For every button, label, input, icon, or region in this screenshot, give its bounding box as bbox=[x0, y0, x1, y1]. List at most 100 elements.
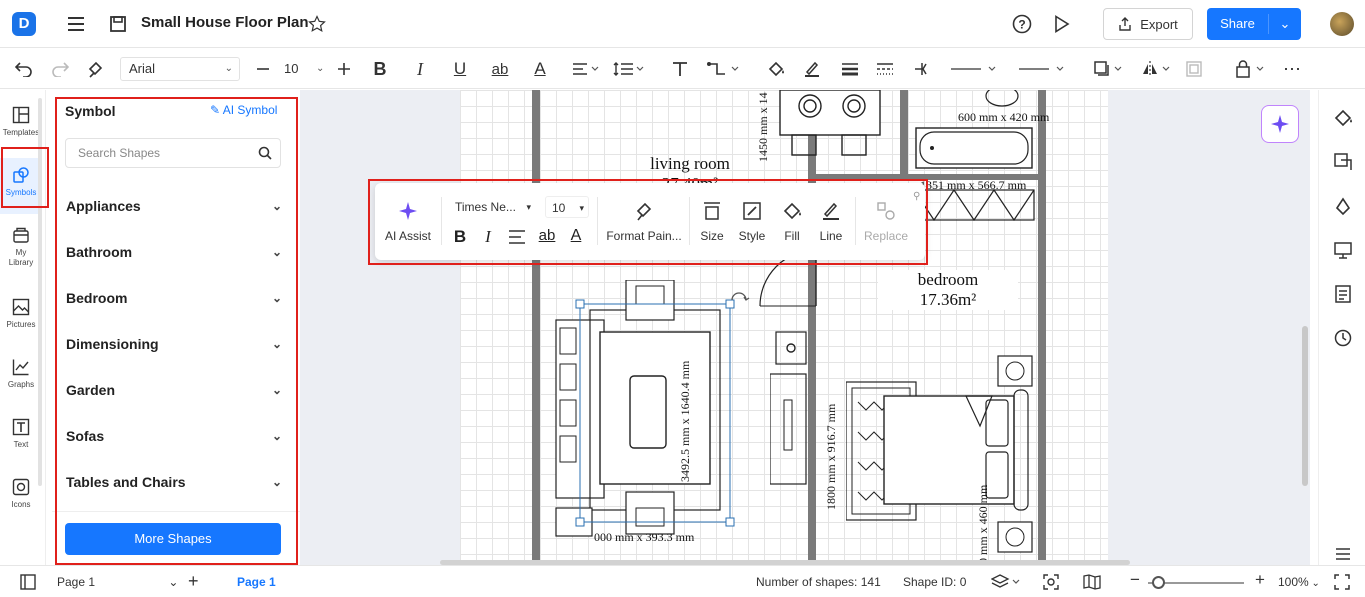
rail-item-pictures[interactable]: Pictures bbox=[0, 290, 42, 346]
pin-icon[interactable]: ⚲ bbox=[913, 191, 920, 202]
settings-list-icon[interactable] bbox=[1335, 546, 1351, 562]
size-button[interactable]: Size bbox=[697, 201, 727, 243]
more-shapes-button[interactable]: More Shapes bbox=[65, 523, 281, 555]
bed-shape[interactable] bbox=[846, 352, 1036, 564]
zoom-level[interactable]: 100% ⌄ bbox=[1278, 575, 1320, 589]
play-icon[interactable] bbox=[1052, 14, 1072, 34]
document-title[interactable]: Small House Floor Plan bbox=[141, 14, 309, 31]
fill-button[interactable]: Fill bbox=[779, 201, 805, 243]
book-icon[interactable] bbox=[1083, 574, 1101, 590]
line-button[interactable]: Line bbox=[817, 201, 845, 243]
add-page-icon[interactable]: + bbox=[188, 571, 199, 592]
float-size-select[interactable]: 10 ▾ bbox=[545, 196, 589, 218]
fill-icon[interactable] bbox=[766, 57, 786, 81]
line-start-select[interactable] bbox=[948, 57, 1000, 81]
chevron-down-icon[interactable]: ⌄ bbox=[1269, 16, 1301, 32]
sofa-set-shape[interactable] bbox=[550, 280, 740, 550]
vertical-scrollbar[interactable] bbox=[1302, 326, 1308, 486]
float-font-color-button[interactable]: A bbox=[567, 227, 585, 245]
notes-icon[interactable] bbox=[1333, 284, 1353, 304]
category-bathroom[interactable]: Bathroom ⌄ bbox=[66, 238, 282, 266]
page-panel-icon[interactable] bbox=[20, 574, 36, 590]
align-icon[interactable] bbox=[570, 57, 602, 81]
more-icon[interactable]: ⋯ bbox=[1282, 57, 1302, 81]
category-appliances[interactable]: Appliances ⌄ bbox=[66, 192, 282, 220]
shadow-icon[interactable] bbox=[1092, 57, 1126, 81]
stove-shape[interactable] bbox=[770, 90, 890, 162]
rail-item-icons[interactable]: Icons bbox=[0, 470, 42, 526]
share-button[interactable]: Share ⌄ bbox=[1207, 8, 1301, 40]
drawing-canvas[interactable]: living room 27.40m² bedroom 17.36m² 1450… bbox=[300, 90, 1310, 565]
star-icon[interactable] bbox=[307, 14, 327, 34]
help-icon[interactable]: ? bbox=[1012, 14, 1032, 34]
underline-icon[interactable]: U bbox=[450, 57, 470, 81]
float-italic-button[interactable]: I bbox=[479, 227, 497, 247]
zoom-in-icon[interactable]: + bbox=[1255, 570, 1265, 590]
page-select[interactable]: Page 1 ⌄ bbox=[57, 575, 178, 589]
rail-item-text[interactable]: Text bbox=[0, 410, 42, 466]
float-align-icon[interactable] bbox=[508, 229, 526, 245]
zoom-slider-handle[interactable] bbox=[1152, 576, 1165, 589]
rail-item-templates[interactable]: Templates bbox=[0, 98, 42, 154]
line-color-icon[interactable] bbox=[802, 57, 822, 81]
menu-icon[interactable] bbox=[66, 14, 86, 34]
zoom-out-icon[interactable]: − bbox=[1130, 570, 1140, 590]
float-bold-button[interactable]: B bbox=[451, 227, 469, 247]
float-font-select[interactable]: Times Ne... ▾ bbox=[449, 196, 535, 218]
replace-button[interactable]: Replace bbox=[863, 201, 909, 243]
rail-item-my-library[interactable]: My Library bbox=[0, 218, 42, 274]
font-color-icon[interactable]: A bbox=[530, 57, 550, 81]
style-button[interactable]: Style bbox=[735, 201, 769, 243]
arrange-icon[interactable] bbox=[1333, 152, 1353, 172]
flip-icon[interactable] bbox=[1140, 57, 1174, 81]
italic-icon[interactable]: I bbox=[410, 57, 430, 81]
rail-scrollbar[interactable] bbox=[38, 98, 42, 486]
rail-item-symbols[interactable]: Symbols bbox=[0, 158, 42, 214]
search-icon[interactable] bbox=[258, 146, 272, 160]
category-tables-and-chairs[interactable]: Tables and Chairs ⌄ bbox=[66, 468, 282, 496]
sideboard-shape[interactable] bbox=[770, 330, 810, 490]
font-size-select[interactable]: 10 ⌄ bbox=[278, 57, 330, 81]
tab-page-1[interactable]: Page 1 bbox=[237, 575, 276, 589]
avatar[interactable] bbox=[1330, 12, 1354, 36]
line-dash-icon[interactable] bbox=[875, 57, 895, 81]
fill-icon[interactable] bbox=[1333, 108, 1353, 128]
line-weight-icon[interactable] bbox=[840, 57, 860, 81]
fullscreen-icon[interactable] bbox=[1334, 574, 1350, 590]
layers-icon[interactable] bbox=[991, 574, 1021, 590]
history-icon[interactable] bbox=[1333, 328, 1353, 348]
search-input[interactable]: Search Shapes bbox=[65, 138, 281, 168]
text-icon[interactable] bbox=[670, 57, 690, 81]
theme-icon[interactable] bbox=[1333, 196, 1353, 216]
format-painter-icon[interactable] bbox=[86, 57, 106, 81]
bold-icon[interactable]: B bbox=[370, 57, 390, 81]
floor-plan-sheet[interactable]: living room 27.40m² bedroom 17.36m² 1450… bbox=[460, 90, 1108, 565]
fit-page-icon[interactable] bbox=[1043, 574, 1059, 590]
redo-icon[interactable] bbox=[50, 57, 70, 81]
bedroom-label[interactable]: bedroom 17.36m² bbox=[878, 270, 1018, 310]
connector-icon[interactable] bbox=[706, 57, 742, 81]
presentation-icon[interactable] bbox=[1333, 240, 1353, 260]
export-button[interactable]: Export bbox=[1103, 8, 1193, 40]
ai-assistant-button[interactable] bbox=[1261, 105, 1299, 143]
arrow-style-icon[interactable] bbox=[912, 57, 932, 81]
category-dimensioning[interactable]: Dimensioning ⌄ bbox=[66, 330, 282, 358]
decrease-font-icon[interactable] bbox=[254, 57, 272, 81]
ai-symbol-button[interactable]: ✎ AI Symbol bbox=[210, 103, 277, 117]
category-bedroom[interactable]: Bedroom ⌄ bbox=[66, 284, 282, 312]
increase-font-icon[interactable] bbox=[335, 57, 353, 81]
line-spacing-icon[interactable] bbox=[612, 57, 646, 81]
ai-assist-button[interactable]: AI Assist bbox=[383, 201, 433, 243]
strikethrough-icon[interactable]: ab bbox=[489, 57, 511, 81]
crop-icon[interactable] bbox=[1184, 57, 1204, 81]
undo-icon[interactable] bbox=[14, 57, 34, 81]
float-strike-button[interactable]: ab bbox=[536, 227, 558, 244]
font-family-select[interactable]: Arial ⌄ bbox=[120, 57, 240, 81]
format-painter-button[interactable]: Format Pain... bbox=[605, 201, 683, 243]
rotate-handle-icon[interactable] bbox=[728, 288, 750, 306]
line-end-select[interactable] bbox=[1016, 57, 1068, 81]
category-sofas[interactable]: Sofas ⌄ bbox=[66, 422, 282, 450]
app-logo-icon[interactable]: D bbox=[12, 12, 36, 36]
bathtub-shape[interactable] bbox=[912, 90, 1038, 174]
rail-item-graphs[interactable]: Graphs bbox=[0, 350, 42, 406]
